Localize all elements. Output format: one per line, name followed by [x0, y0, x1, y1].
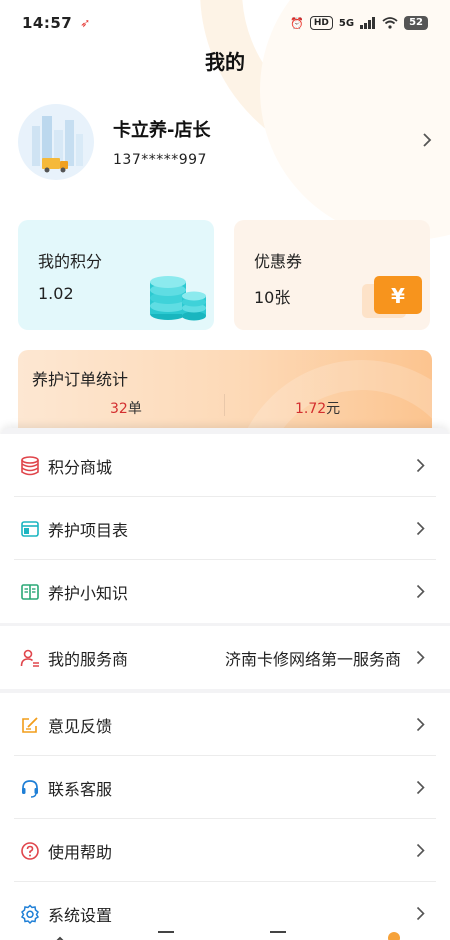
status-time: 14:57 [22, 14, 73, 32]
menu-label: 养护项目表 [48, 520, 129, 540]
provider-name: 济南卡修网络第一服务商 [224, 649, 401, 669]
bottom-tab-bar [0, 929, 450, 940]
menu-label: 使用帮助 [48, 842, 113, 862]
menu-label: 积分商城 [48, 457, 113, 477]
points-value: 1.02 [38, 284, 74, 303]
chevron-right-icon[interactable] [422, 132, 432, 148]
yen-symbol: ¥ [391, 284, 405, 308]
coupon-ticket-icon: ¥ [362, 276, 422, 318]
menu-item-maintenance-items[interactable]: 养护项目表 [0, 497, 450, 560]
menu-group-services: 积分商城 养护项目表 养护小知识 [0, 434, 450, 623]
chevron-right-icon [416, 780, 425, 795]
menu-label: 意见反馈 [48, 716, 113, 736]
menu-group-support: 意见反馈 联系客服 使用帮助 系统设置 [0, 693, 450, 940]
alarm-icon: ⏰ [290, 16, 304, 30]
avatar[interactable] [18, 104, 94, 180]
profile-phone: 137*****997 [113, 152, 207, 168]
chevron-right-icon [416, 843, 425, 858]
book-icon [20, 582, 40, 602]
menu-item-maintenance-tips[interactable]: 养护小知识 [0, 560, 450, 623]
orders-stats-card[interactable]: 养护订单统计 32单 1.72元 [18, 350, 432, 440]
network-label: 5G [338, 17, 355, 29]
city-truck-illustration [32, 116, 83, 173]
orders-amount-value: 1.72 [295, 401, 327, 417]
signal-icon [360, 17, 376, 29]
orders-count: 32单 [110, 398, 142, 418]
chevron-right-icon [416, 717, 425, 732]
menu-label: 系统设置 [48, 905, 113, 925]
menu-item-customer-service[interactable]: 联系客服 [0, 756, 450, 819]
help-icon [20, 841, 40, 861]
orders-divider [224, 394, 225, 416]
orders-count-unit: 单 [127, 401, 142, 417]
gear-icon [20, 903, 40, 924]
menu-group-provider: 我的服务商 济南卡修网络第一服务商 [0, 626, 450, 689]
chevron-right-icon [416, 906, 425, 921]
orders-amount-unit: 元 [326, 401, 341, 417]
chevron-right-icon [416, 650, 425, 665]
menu-item-my-provider[interactable]: 我的服务商 济南卡修网络第一服务商 [0, 626, 450, 689]
menu-item-feedback[interactable]: 意见反馈 [0, 693, 450, 756]
menu-label: 养护小知识 [48, 583, 129, 603]
navigation-arrow-icon: ➶ [80, 16, 91, 30]
coin-stack-icon [150, 276, 206, 321]
menu-item-help[interactable]: 使用帮助 [0, 819, 450, 882]
page-title: 我的 [205, 50, 245, 74]
status-icons: ⏰ HD 5G 52 [290, 16, 428, 30]
hd-badge: HD [309, 16, 333, 30]
user-list-icon [20, 648, 40, 668]
tab-scan-icon[interactable] [158, 931, 174, 940]
orders-amount: 1.72元 [295, 398, 340, 418]
tab-mine-icon[interactable] [388, 932, 400, 940]
orders-count-value: 32 [110, 401, 128, 417]
menu-item-points-mall[interactable]: 积分商城 [0, 434, 450, 497]
edit-icon [20, 715, 40, 735]
points-card[interactable]: 我的积分 1.02 [18, 220, 214, 330]
header-area: 14:57 ➶ ⏰ HD 5G 52 我的 卡立养-店长 137*****997… [0, 0, 450, 440]
wifi-icon [382, 17, 398, 29]
chevron-right-icon [416, 584, 425, 599]
chevron-right-icon [416, 458, 425, 473]
profile-row[interactable]: 卡立养-店长 137*****997 [18, 104, 438, 180]
menu-label: 联系客服 [48, 779, 113, 799]
coupon-card[interactable]: 优惠券 10张 ¥ [234, 220, 430, 330]
coupon-label: 优惠券 [254, 252, 303, 271]
tab-orders-icon[interactable] [270, 931, 286, 940]
menu-sheet: 积分商城 养护项目表 养护小知识 我的服务商 济南卡修网络第一服务商 意见反馈 … [0, 428, 450, 940]
orders-title: 养护订单统计 [32, 370, 129, 389]
window-icon [20, 519, 40, 539]
database-icon [20, 455, 40, 476]
headset-icon [20, 778, 40, 798]
points-label: 我的积分 [38, 252, 103, 271]
chevron-right-icon [416, 521, 425, 536]
profile-name: 卡立养-店长 [113, 120, 211, 141]
battery-indicator: 52 [404, 16, 428, 30]
status-bar: 14:57 ➶ ⏰ HD 5G 52 [0, 0, 450, 46]
menu-label: 我的服务商 [48, 649, 129, 669]
tab-home-icon[interactable] [52, 931, 68, 940]
coupon-value: 10张 [254, 288, 291, 307]
